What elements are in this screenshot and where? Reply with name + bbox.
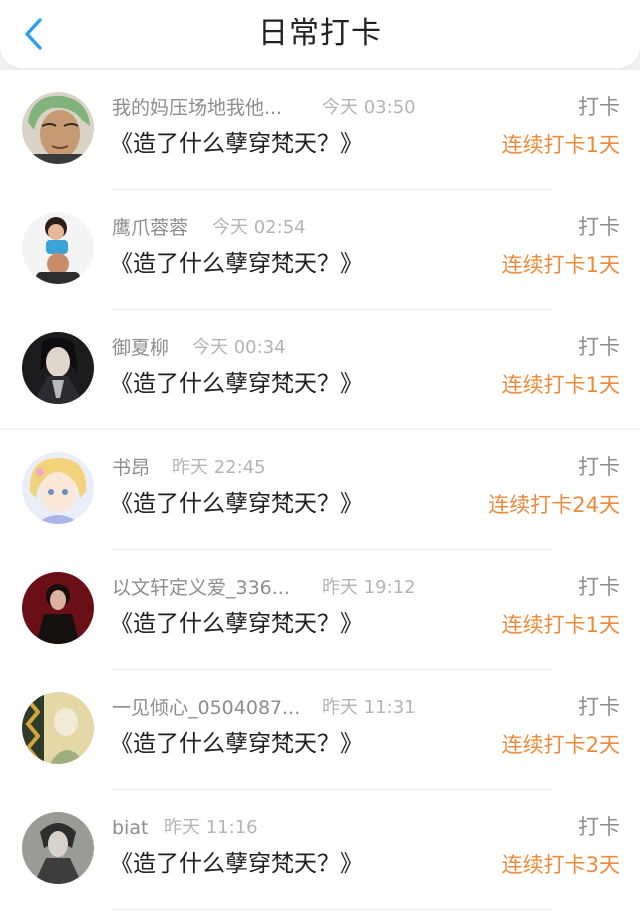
avatar-grey-figure bbox=[22, 812, 94, 884]
list-item[interactable]: biat 昨天 11:16 《造了什么孽穿梵天？》 打卡 连续打卡3天 bbox=[0, 790, 640, 910]
avatar[interactable] bbox=[22, 332, 94, 404]
book-title[interactable]: 《造了什么孽穿梵天？》 bbox=[110, 608, 363, 640]
list-item[interactable]: 我的妈压场地我他... 今天 03:50 《造了什么孽穿梵天？》 打卡 连续打卡… bbox=[0, 70, 640, 190]
username[interactable]: 鹰爪蓉蓉 bbox=[112, 215, 188, 241]
avatar-child-photo bbox=[22, 212, 94, 284]
list-item[interactable]: 鹰爪蓉蓉 今天 02:54 《造了什么孽穿梵天？》 打卡 连续打卡1天 bbox=[0, 190, 640, 310]
streak-label: 连续打卡1天 bbox=[501, 133, 620, 157]
list-item[interactable]: 以文轩定义爱_336... 昨天 19:12 《造了什么孽穿梵天？》 打卡 连续… bbox=[0, 550, 640, 670]
avatar-dark-character bbox=[22, 332, 94, 404]
avatar[interactable] bbox=[22, 812, 94, 884]
book-title[interactable]: 《造了什么孽穿梵天？》 bbox=[110, 488, 363, 520]
checkin-button[interactable]: 打卡 bbox=[578, 573, 620, 601]
timestamp: 昨天 22:45 bbox=[172, 457, 266, 478]
timestamp: 今天 02:54 bbox=[212, 217, 306, 238]
item-meta: 御夏柳 今天 00:34 bbox=[112, 335, 286, 361]
streak-label: 连续打卡3天 bbox=[501, 853, 620, 877]
divider bbox=[112, 909, 552, 910]
item-meta: biat 昨天 11:16 bbox=[112, 815, 258, 841]
item-meta: 鹰爪蓉蓉 今天 02:54 bbox=[112, 215, 306, 241]
checkin-button[interactable]: 打卡 bbox=[578, 453, 620, 481]
timestamp: 昨天 19:12 bbox=[322, 577, 416, 598]
list-item[interactable]: 御夏柳 今天 00:34 《造了什么孽穿梵天？》 打卡 连续打卡1天 bbox=[0, 310, 640, 430]
username[interactable]: 御夏柳 bbox=[112, 335, 169, 361]
checkin-list: 我的妈压场地我他... 今天 03:50 《造了什么孽穿梵天？》 打卡 连续打卡… bbox=[0, 70, 640, 914]
avatar[interactable] bbox=[22, 572, 94, 644]
streak-label: 连续打卡1天 bbox=[501, 613, 620, 637]
avatar[interactable] bbox=[22, 92, 94, 164]
username[interactable]: 以文轩定义爱_336... bbox=[112, 575, 290, 601]
book-title[interactable]: 《造了什么孽穿梵天？》 bbox=[110, 368, 363, 400]
streak-label: 连续打卡24天 bbox=[488, 493, 620, 517]
checkin-button[interactable]: 打卡 bbox=[578, 693, 620, 721]
checkin-button[interactable]: 打卡 bbox=[578, 333, 620, 361]
top-bar: 日常打卡 bbox=[0, 0, 640, 68]
avatar-green-hair bbox=[22, 92, 94, 164]
book-title[interactable]: 《造了什么孽穿梵天？》 bbox=[110, 248, 363, 280]
avatar-anime-girl bbox=[22, 452, 94, 524]
timestamp: 今天 03:50 bbox=[322, 97, 416, 118]
username[interactable]: 我的妈压场地我他... bbox=[112, 95, 282, 121]
streak-label: 连续打卡1天 bbox=[501, 373, 620, 397]
username[interactable]: 一见倾心_0504087... bbox=[112, 695, 300, 721]
book-title[interactable]: 《造了什么孽穿梵天？》 bbox=[110, 728, 363, 760]
avatar-red-portrait bbox=[22, 572, 94, 644]
avatar[interactable] bbox=[22, 212, 94, 284]
item-meta: 书昂 昨天 22:45 bbox=[112, 455, 266, 481]
page-title: 日常打卡 bbox=[258, 16, 382, 51]
avatar-yellow-art bbox=[22, 692, 94, 764]
username[interactable]: 书昂 bbox=[112, 455, 150, 481]
checkin-button[interactable]: 打卡 bbox=[578, 93, 620, 121]
streak-label: 连续打卡1天 bbox=[501, 253, 620, 277]
timestamp: 昨天 11:31 bbox=[322, 697, 416, 718]
list-item[interactable]: 一见倾心_0504087... 昨天 11:31 《造了什么孽穿梵天？》 打卡 … bbox=[0, 670, 640, 790]
list-item[interactable]: 书昂 昨天 22:45 《造了什么孽穿梵天？》 打卡 连续打卡24天 bbox=[0, 430, 640, 550]
username[interactable]: biat bbox=[112, 815, 148, 841]
item-meta: 以文轩定义爱_336... 昨天 19:12 bbox=[112, 575, 416, 601]
book-title[interactable]: 《造了什么孽穿梵天？》 bbox=[110, 128, 363, 160]
avatar[interactable] bbox=[22, 692, 94, 764]
book-title[interactable]: 《造了什么孽穿梵天？》 bbox=[110, 848, 363, 880]
avatar[interactable] bbox=[22, 452, 94, 524]
checkin-button[interactable]: 打卡 bbox=[578, 813, 620, 841]
item-meta: 一见倾心_0504087... 昨天 11:31 bbox=[112, 695, 416, 721]
timestamp: 今天 00:34 bbox=[192, 337, 286, 358]
streak-label: 连续打卡2天 bbox=[501, 733, 620, 757]
timestamp: 昨天 11:16 bbox=[164, 817, 258, 838]
checkin-button[interactable]: 打卡 bbox=[578, 213, 620, 241]
item-meta: 我的妈压场地我他... 今天 03:50 bbox=[112, 95, 416, 121]
